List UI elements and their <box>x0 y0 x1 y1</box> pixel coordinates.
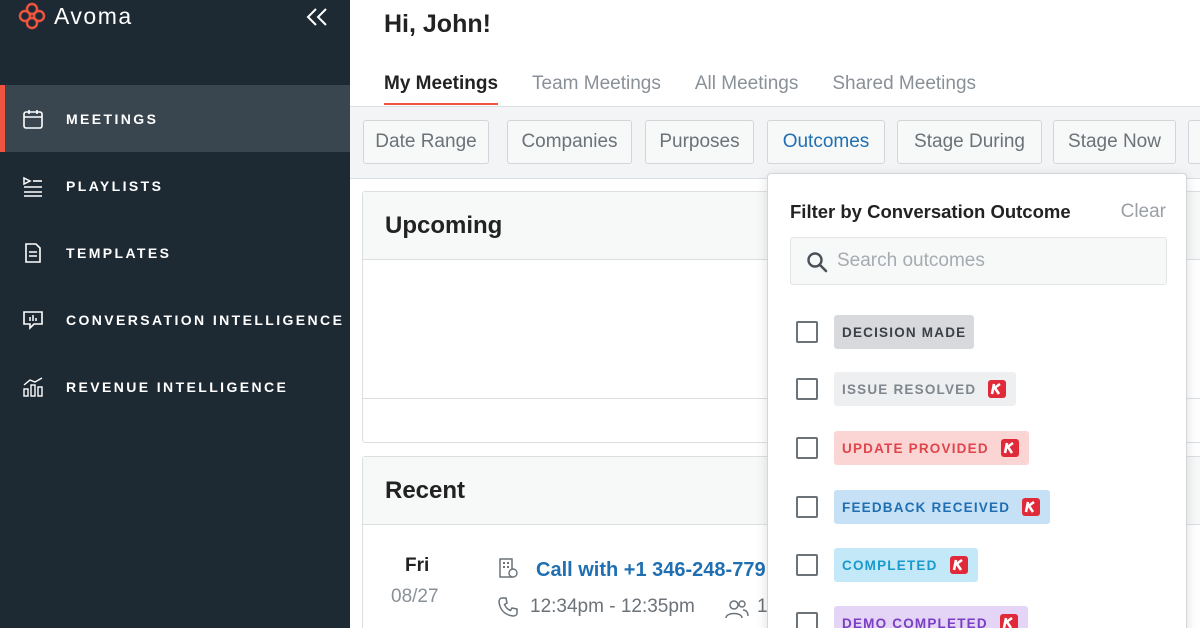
meeting-title-link[interactable]: Call with +1 346-248-779 <box>536 559 766 582</box>
k-badge-icon <box>1022 498 1041 516</box>
tab-team-meetings[interactable]: Team Meetings <box>532 62 661 106</box>
sidebar-item-revenue-intelligence[interactable]: REVENUE INTELLIGENCE <box>0 353 350 420</box>
chat-chart-icon <box>22 309 44 331</box>
outcome-tag: DECISION MADE <box>834 315 975 349</box>
outcome-tag: UPDATE PROVIDED <box>834 431 1029 465</box>
attendee-count: 1 <box>757 596 768 617</box>
outcome-option: UPDATE PROVIDED <box>796 430 1029 466</box>
clear-button[interactable]: Clear <box>1121 201 1166 223</box>
meeting-date: 08/27 <box>391 586 439 607</box>
outcome-checkbox[interactable] <box>796 378 818 400</box>
outcome-tag: DEMO COMPLETED <box>834 606 1028 628</box>
tab-shared-meetings[interactable]: Shared Meetings <box>832 62 976 106</box>
filter-purposes-button[interactable]: Purposes <box>645 120 754 164</box>
outcome-tag-label: ISSUE RESOLVED <box>842 381 977 397</box>
dropdown-title: Filter by Conversation Outcome <box>790 201 1071 222</box>
k-badge-icon <box>949 556 968 574</box>
search-icon <box>807 252 828 273</box>
outcome-checkbox[interactable] <box>796 612 818 628</box>
outcome-checkbox[interactable] <box>796 321 818 343</box>
meeting-day: Fri <box>405 555 430 576</box>
calendar-icon <box>22 108 44 130</box>
filter-more-button[interactable] <box>1188 120 1200 164</box>
sidebar-item-templates[interactable]: TEMPLATES <box>0 219 350 286</box>
search-box <box>790 237 1167 285</box>
outcome-option: COMPLETED <box>796 547 978 583</box>
tab-my-meetings[interactable]: My Meetings <box>384 62 499 106</box>
sidebar-item-label: TEMPLATES <box>66 244 172 261</box>
outcome-checkbox[interactable] <box>796 437 818 459</box>
tab-all-meetings[interactable]: All Meetings <box>695 62 799 106</box>
phone-icon <box>498 597 518 617</box>
filter-stage-now-button[interactable]: Stage Now <box>1053 120 1176 164</box>
meeting-time: 12:34pm - 12:35pm <box>530 596 695 617</box>
k-badge-icon <box>988 380 1007 398</box>
outcome-tag-label: DEMO COMPLETED <box>842 615 988 628</box>
sidebar-item-meetings[interactable]: MEETINGS <box>0 85 350 152</box>
filter-bar: Date Range Companies Purposes Outcomes S… <box>350 107 1200 179</box>
sidebar-item-label: CONVERSATION INTELLIGENCE <box>66 311 345 328</box>
filter-outcomes-button[interactable]: Outcomes <box>767 120 885 164</box>
playlist-icon <box>22 175 44 197</box>
outcome-tag: ISSUE RESOLVED <box>834 372 1017 406</box>
meeting-tabs: My Meetings Team Meetings All Meetings S… <box>384 62 1010 106</box>
outcome-tag-label: FEEDBACK RECEIVED <box>842 499 1011 515</box>
sidebar-nav: MEETINGS PLAYLISTS TEMPLATES CONVERSATIO… <box>0 85 350 420</box>
outcome-option: FEEDBACK RECEIVED <box>796 489 1051 525</box>
sidebar-item-conversation-intelligence[interactable]: CONVERSATION INTELLIGENCE <box>0 286 350 353</box>
outcome-option: ISSUE RESOLVED <box>796 371 1017 407</box>
outcome-filter-dropdown: Filter by Conversation Outcome Clear DEC… <box>767 173 1187 628</box>
outcome-tag-label: UPDATE PROVIDED <box>842 440 989 456</box>
outcome-tag: FEEDBACK RECEIVED <box>834 490 1051 524</box>
logo-text: Avoma <box>54 2 133 29</box>
search-outcomes-input[interactable] <box>837 238 1157 284</box>
logo[interactable]: Avoma <box>18 2 133 30</box>
outcome-tag: COMPLETED <box>834 548 978 582</box>
attendees-icon <box>725 600 749 619</box>
bar-chart-icon <box>22 376 44 398</box>
outcome-option: DEMO COMPLETED <box>796 605 1028 628</box>
sidebar: Avoma MEETINGS PLAYLISTS TEMPLATES CONVE… <box>0 0 350 628</box>
collapse-sidebar-icon[interactable] <box>304 6 330 28</box>
meeting-building-icon <box>499 558 518 578</box>
sidebar-item-label: PLAYLISTS <box>66 177 164 194</box>
outcome-checkbox[interactable] <box>796 496 818 518</box>
sidebar-item-label: MEETINGS <box>66 110 159 127</box>
outcome-option: DECISION MADE <box>796 314 975 350</box>
document-icon <box>22 242 44 264</box>
outcome-tag-label: COMPLETED <box>842 557 938 573</box>
filter-date-range-button[interactable]: Date Range <box>363 120 489 164</box>
page-title: Hi, John! <box>384 10 491 38</box>
k-badge-icon <box>1000 439 1019 457</box>
filter-companies-button[interactable]: Companies <box>507 120 632 164</box>
k-badge-icon <box>999 614 1018 628</box>
outcome-checkbox[interactable] <box>796 554 818 576</box>
filter-stage-during-button[interactable]: Stage During <box>897 120 1042 164</box>
sidebar-item-playlists[interactable]: PLAYLISTS <box>0 152 350 219</box>
sidebar-item-label: REVENUE INTELLIGENCE <box>66 378 289 395</box>
avoma-logo-icon <box>18 2 46 30</box>
